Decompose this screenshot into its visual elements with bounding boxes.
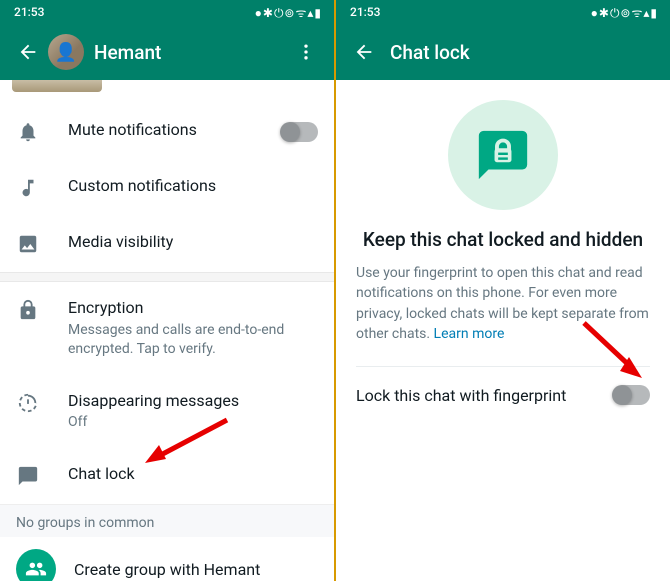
chat-lock-description: Use your fingerprint to open this chat a… [356, 263, 650, 344]
media-label: Media visibility [68, 232, 318, 253]
learn-more-link[interactable]: Learn more [434, 326, 505, 342]
chat-lock-large-icon [474, 126, 532, 184]
status-bar: 21:53 ● ✱ ⏻ ⊚ ᯤ ▴ ▮ [336, 0, 670, 24]
status-icons: ● ✱ ⏻ ⊚ ᯤ ▴ ▮ [591, 4, 656, 21]
media-visibility-row[interactable]: Media visibility [0, 216, 334, 272]
header: 👤 Hemant [0, 24, 334, 80]
profile-photo-strip [12, 80, 102, 92]
disappearing-label: Disappearing messages [68, 391, 318, 412]
encryption-sublabel: Messages and calls are end-to-end encryp… [68, 321, 318, 359]
screen-title: Chat lock [390, 41, 662, 64]
more-vertical-icon [296, 42, 316, 62]
lock-fingerprint-toggle[interactable] [614, 385, 650, 405]
create-group-row[interactable]: Create group with Hemant [0, 537, 334, 581]
status-time: 21:53 [14, 5, 44, 19]
timer-icon [16, 391, 40, 415]
group-icon-circle [16, 549, 56, 581]
image-icon [16, 232, 40, 256]
chat-lock-label: Chat lock [68, 464, 318, 485]
status-bar: 21:53 ● ✱ ⏻ ⊚ ᯤ ▴ ▮ [0, 0, 334, 24]
lock-illustration [448, 100, 558, 210]
lock-fingerprint-row[interactable]: Lock this chat with fingerprint [356, 367, 650, 423]
mute-label: Mute notifications [68, 120, 282, 141]
chat-lock-icon [16, 464, 40, 488]
arrow-left-icon [353, 41, 375, 63]
encryption-label: Encryption [68, 298, 318, 319]
disappearing-sublabel: Off [68, 413, 318, 432]
chat-lock-heading: Keep this chat locked and hidden [356, 228, 650, 251]
back-button[interactable] [8, 32, 48, 72]
chat-lock-screen: 21:53 ● ✱ ⏻ ⊚ ᯤ ▴ ▮ Chat lock Keep this … [336, 0, 670, 581]
custom-label: Custom notifications [68, 176, 318, 197]
back-button[interactable] [344, 32, 384, 72]
lock-icon [16, 298, 40, 322]
no-groups-label: No groups in common [0, 504, 334, 537]
status-icons: ● ✱ ⏻ ⊚ ᯤ ▴ ▮ [255, 4, 320, 21]
header: Chat lock [336, 24, 670, 80]
avatar[interactable]: 👤 [48, 34, 84, 70]
group-icon [25, 558, 47, 580]
mute-notifications-row[interactable]: Mute notifications [0, 104, 334, 160]
bell-icon [16, 120, 40, 144]
music-note-icon [16, 176, 40, 200]
disappearing-messages-row[interactable]: Disappearing messages Off [0, 375, 334, 449]
chat-lock-row[interactable]: Chat lock [0, 448, 334, 504]
lock-fingerprint-label: Lock this chat with fingerprint [356, 386, 566, 405]
custom-notifications-row[interactable]: Custom notifications [0, 160, 334, 216]
contact-info-screen: 21:53 ● ✱ ⏻ ⊚ ᯤ ▴ ▮ 👤 Hemant Mute notifi… [0, 0, 334, 581]
mute-toggle[interactable] [282, 122, 318, 142]
arrow-left-icon [17, 41, 39, 63]
status-time: 21:53 [350, 5, 380, 19]
encryption-row[interactable]: Encryption Messages and calls are end-to… [0, 282, 334, 375]
more-menu-button[interactable] [286, 32, 326, 72]
create-group-label: Create group with Hemant [74, 560, 260, 579]
contact-name: Hemant [94, 41, 286, 64]
